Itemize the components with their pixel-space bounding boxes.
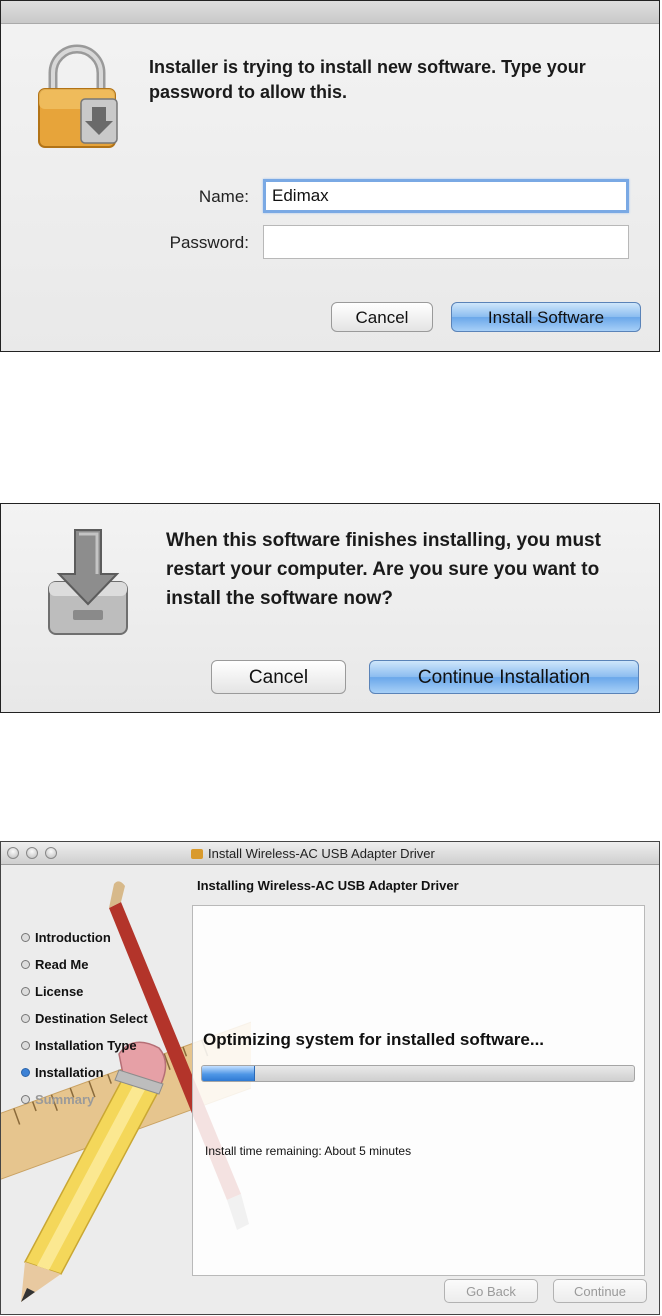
step-bullet-icon (21, 960, 30, 969)
step-bullet-icon (21, 987, 30, 996)
go-back-button[interactable]: Go Back (444, 1279, 538, 1303)
time-remaining: Install time remaining: About 5 minutes (205, 1144, 412, 1158)
name-field[interactable] (263, 179, 629, 213)
lock-icon (38, 44, 118, 148)
continue-installation-button[interactable]: Continue Installation (369, 660, 639, 694)
step-bullet-icon (21, 933, 30, 942)
step-destination-select: Destination Select (21, 1011, 148, 1038)
step-bullet-icon (21, 1068, 30, 1077)
install-software-button[interactable]: Install Software (451, 302, 641, 332)
step-license: License (21, 984, 148, 1011)
installer-steps: Introduction Read Me License Destination… (21, 930, 148, 1119)
minimize-window-button[interactable] (26, 847, 38, 859)
progress-panel: Optimizing system for installed software… (192, 905, 645, 1276)
name-label: Name: (198, 187, 249, 206)
installer-subtitle: Installing Wireless-AC USB Adapter Drive… (197, 878, 459, 893)
continue-button[interactable]: Continue (553, 1279, 647, 1303)
step-installation-type: Installation Type (21, 1038, 148, 1065)
cancel-button[interactable]: Cancel (211, 660, 346, 694)
installer-window: Install Wireless-AC USB Adapter Driver I… (0, 841, 660, 1315)
step-installation: Installation (21, 1065, 148, 1092)
step-bullet-icon (21, 1095, 30, 1104)
window-title-bar[interactable]: Install Wireless-AC USB Adapter Driver (1, 842, 659, 865)
step-summary: Summary (21, 1092, 148, 1119)
dialog-top-bar (1, 1, 659, 24)
window-title: Install Wireless-AC USB Adapter Driver (191, 846, 435, 861)
window-title-text: Install Wireless-AC USB Adapter Driver (208, 846, 435, 861)
disk-download-icon (48, 529, 128, 635)
password-field[interactable] (263, 225, 629, 259)
step-bullet-icon (21, 1014, 30, 1023)
restart-message: When this software finishes installing, … (166, 530, 601, 609)
restart-confirm-dialog: When this software finishes installing, … (0, 503, 660, 713)
status-text: Optimizing system for installed software… (203, 1030, 545, 1049)
password-dialog: Installer is trying to install new softw… (0, 0, 660, 352)
progress-bar-fill (202, 1066, 255, 1081)
package-icon (191, 849, 203, 859)
password-message: Installer is trying to install new softw… (149, 57, 586, 102)
step-bullet-icon (21, 1041, 30, 1050)
zoom-window-button[interactable] (45, 847, 57, 859)
step-read-me: Read Me (21, 957, 148, 984)
step-introduction: Introduction (21, 930, 148, 957)
close-window-button[interactable] (7, 847, 19, 859)
password-label: Password: (169, 233, 249, 252)
cancel-button[interactable]: Cancel (331, 302, 433, 332)
progress-bar (201, 1065, 635, 1082)
